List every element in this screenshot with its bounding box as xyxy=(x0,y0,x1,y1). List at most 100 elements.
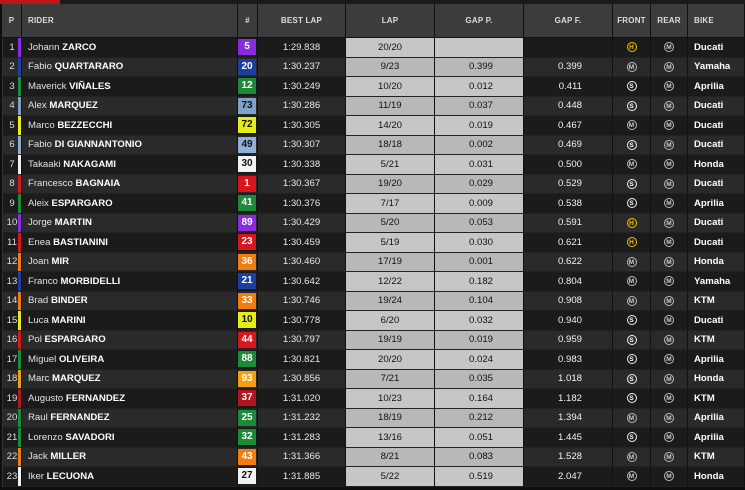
rider-first-name: Brad xyxy=(28,295,49,307)
table-row[interactable]: 13 Franco MORBIDELLI 21 1:30.642 12/22 0.182 0… xyxy=(2,272,745,292)
position-value: 9 xyxy=(9,197,15,209)
table-row[interactable]: 12 Joan MIR 36 1:30.460 17/19 0.001 0.622 M M Hon… xyxy=(2,252,745,272)
rear-tyre-cell: M xyxy=(651,291,688,311)
gap-first-cell: 0.448 xyxy=(524,96,613,116)
rear-tyre-cell: M xyxy=(651,194,688,214)
gap-previous-cell: 0.024 xyxy=(435,350,524,370)
front-tyre-cell: M xyxy=(613,467,651,487)
rider-number-badge: 21 xyxy=(238,273,256,290)
rear-tyre-cell: M xyxy=(651,116,688,136)
rider-cell: Enea BASTIANINI xyxy=(22,233,238,253)
rear-tyre-compound-icon: M xyxy=(664,237,674,248)
table-row[interactable]: 3 Maverick VIÑALES 12 1:30.249 10/20 0.012 0.4… xyxy=(2,77,745,97)
col-header-number[interactable]: # xyxy=(238,4,258,38)
team-color-bar xyxy=(18,447,21,466)
col-header-best-lap[interactable]: BEST LAP xyxy=(258,4,346,38)
rider-last-name: NAKAGAMI xyxy=(63,158,116,170)
rider-last-name: BASTIANINI xyxy=(53,236,108,248)
front-tyre-cell: S xyxy=(613,77,651,97)
table-row[interactable]: 11 Enea BASTIANINI 23 1:30.459 5/19 0.030 0.62… xyxy=(2,233,745,253)
gap-previous-cell: 0.031 xyxy=(435,155,524,175)
number-cell: 89 xyxy=(238,213,258,233)
table-row[interactable]: 16 Pol ESPARGARO 44 1:30.797 19/19 0.019 0.959… xyxy=(2,330,745,350)
rider-cell: Takaaki NAKAGAMI xyxy=(22,155,238,175)
team-color-bar xyxy=(18,369,21,388)
table-row[interactable]: 22 Jack MILLER 43 1:31.366 8/21 0.083 1.528 M M K… xyxy=(2,447,745,467)
rider-number-badge: 27 xyxy=(238,468,256,485)
team-color-bar xyxy=(18,252,21,271)
gap-first-cell: 0.411 xyxy=(524,77,613,97)
bike-cell: Aprilia xyxy=(688,77,745,97)
table-row[interactable]: 9 Aleix ESPARGARO 41 1:30.376 7/17 0.009 0.538… xyxy=(2,194,745,214)
rider-number-badge: 32 xyxy=(238,429,256,446)
col-header-lap[interactable]: LAP xyxy=(346,4,435,38)
table-row[interactable]: 15 Luca MARINI 10 1:30.778 6/20 0.032 0.940 S M D… xyxy=(2,311,745,331)
position-cell: 10 xyxy=(2,213,22,233)
rear-tyre-cell: M xyxy=(651,38,688,58)
table-row[interactable]: 8 Francesco BAGNAIA 1 1:30.367 19/20 0.029 0.5… xyxy=(2,174,745,194)
rider-first-name: Jack xyxy=(28,451,48,463)
bike-cell: Ducati xyxy=(688,213,745,233)
gap-first-cell: 0.983 xyxy=(524,350,613,370)
table-row[interactable]: 10 Jorge MARTIN 89 1:30.429 5/20 0.053 0.591 H M… xyxy=(2,213,745,233)
number-cell: 72 xyxy=(238,116,258,136)
rider-first-name: Joan xyxy=(28,256,49,268)
rear-tyre-compound-icon: M xyxy=(664,139,674,150)
table-row[interactable]: 6 Fabio DI GIANNANTONIO 49 1:30.307 18/18 0.0… xyxy=(2,135,745,155)
col-header-gap-previous[interactable]: GAP P. xyxy=(435,4,524,38)
position-value: 14 xyxy=(6,295,18,307)
table-row[interactable]: 18 Marc MARQUEZ 93 1:30.856 7/21 0.035 1.018 S M… xyxy=(2,369,745,389)
table-row[interactable]: 17 Miguel OLIVEIRA 88 1:30.821 20/20 0.024 0.9… xyxy=(2,350,745,370)
table-row[interactable]: 20 Raul FERNANDEZ 25 1:31.232 18/19 0.212 1.39… xyxy=(2,408,745,428)
gap-first-cell: 0.908 xyxy=(524,291,613,311)
front-tyre-compound-icon: S xyxy=(626,139,637,150)
table-row[interactable]: 23 Iker LECUONA 27 1:31.885 5/22 0.519 2.047 M M… xyxy=(2,467,745,487)
table-row[interactable]: 4 Alex MARQUEZ 73 1:30.286 11/19 0.037 0.448 S M… xyxy=(2,96,745,116)
team-color-bar xyxy=(18,77,21,96)
gap-previous-cell: 0.019 xyxy=(435,330,524,350)
position-value: 4 xyxy=(9,100,15,112)
best-lap-cell: 1:30.856 xyxy=(258,369,346,389)
table-row[interactable]: 19 Augusto FERNANDEZ 37 1:31.020 10/23 0.164 1… xyxy=(2,389,745,409)
table-row[interactable]: 5 Marco BEZZECCHI 72 1:30.305 14/20 0.019 0.46… xyxy=(2,116,745,136)
table-row[interactable]: 1 Johann ZARCO 5 1:29.838 20/20 H M Ducati xyxy=(2,38,745,58)
rear-tyre-compound-icon: M xyxy=(664,256,674,267)
number-cell: 23 xyxy=(238,233,258,253)
gap-first-cell: 0.940 xyxy=(524,311,613,331)
rear-tyre-compound-icon: M xyxy=(664,432,674,443)
front-tyre-cell: S xyxy=(613,194,651,214)
rider-last-name: VIÑALES xyxy=(69,80,111,92)
col-header-rider[interactable]: RIDER xyxy=(22,4,238,38)
col-header-front-tyre[interactable]: FRONT xyxy=(613,4,651,38)
rider-first-name: Johann xyxy=(28,41,60,53)
rider-number-badge: 49 xyxy=(238,136,256,153)
position-cell: 16 xyxy=(2,330,22,350)
table-row[interactable]: 7 Takaaki NAKAGAMI 30 1:30.338 5/21 0.031 0.50… xyxy=(2,155,745,175)
table-body: 1 Johann ZARCO 5 1:29.838 20/20 H M Ducati 2 Fabi… xyxy=(2,38,745,487)
rider-number-badge: 37 xyxy=(238,390,256,407)
col-header-bike[interactable]: BIKE xyxy=(688,4,745,38)
col-header-rear-tyre[interactable]: REAR xyxy=(651,4,688,38)
gap-first-cell: 1.182 xyxy=(524,389,613,409)
col-header-gap-first[interactable]: GAP F. xyxy=(524,4,613,38)
lap-cell: 5/22 xyxy=(346,467,435,487)
position-value: 21 xyxy=(6,431,18,443)
rider-number-badge: 20 xyxy=(238,58,256,75)
rider-number-badge: 10 xyxy=(238,312,256,329)
position-value: 22 xyxy=(6,451,18,463)
table-row[interactable]: 14 Brad BINDER 33 1:30.746 19/24 0.104 0.908 M M… xyxy=(2,291,745,311)
position-cell: 15 xyxy=(2,311,22,331)
col-header-position[interactable]: P xyxy=(2,4,22,38)
rear-tyre-compound-icon: M xyxy=(664,100,674,111)
number-cell: 43 xyxy=(238,447,258,467)
table-row[interactable]: 21 Lorenzo SAVADORI 32 1:31.283 13/16 0.051 1.… xyxy=(2,428,745,448)
rear-tyre-compound-icon: M xyxy=(664,198,674,209)
rider-cell: Maverick VIÑALES xyxy=(22,77,238,97)
position-cell: 14 xyxy=(2,291,22,311)
number-cell: 37 xyxy=(238,389,258,409)
rider-number-badge: 88 xyxy=(238,351,256,368)
position-cell: 5 xyxy=(2,116,22,136)
table-row[interactable]: 2 Fabio QUARTARARO 20 1:30.237 9/23 0.399 0.39… xyxy=(2,57,745,77)
number-cell: 30 xyxy=(238,155,258,175)
position-cell: 12 xyxy=(2,252,22,272)
